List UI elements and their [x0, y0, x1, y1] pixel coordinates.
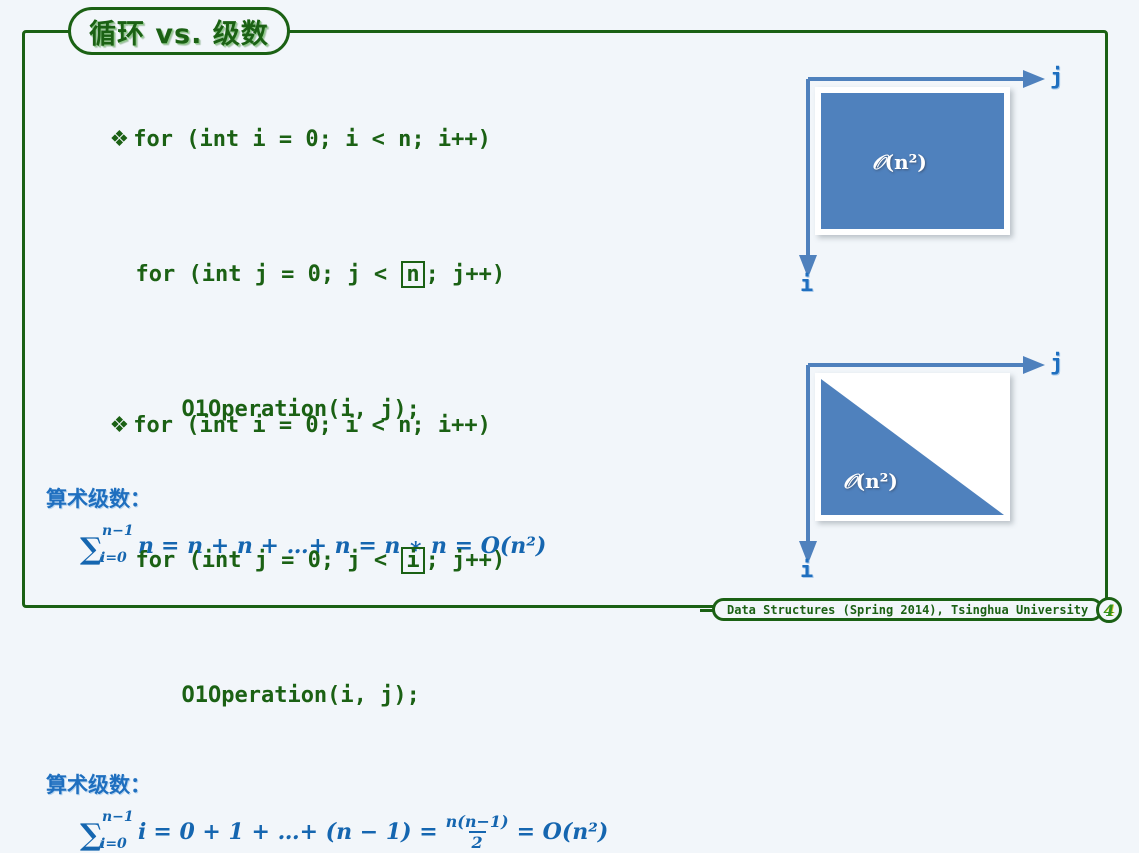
code-text: for (int j = 0; j <	[135, 262, 401, 287]
footer-pill: Data Structures (Spring 2014), Tsinghua …	[712, 598, 1104, 621]
code-line: for (int j = 0; j < n; j++)	[56, 207, 546, 342]
sum-body: i	[138, 819, 147, 845]
footer-text: Data Structures (Spring 2014), Tsinghua …	[727, 602, 1089, 617]
boxed-variable-n: n	[401, 261, 425, 288]
boxed-variable-i: i	[401, 547, 425, 574]
complexity-triangle-shape	[815, 373, 1010, 521]
j-axis-arrowhead	[1023, 356, 1045, 374]
page-number: 4	[1103, 600, 1115, 620]
summation-symbol: ∑ n−1 i=0	[80, 809, 136, 853]
fraction-denominator: 2	[468, 831, 486, 852]
fraction: n(n−1) 2	[443, 812, 512, 852]
code-text: ; j++)	[425, 262, 506, 287]
complexity-argument: (n²)	[855, 469, 898, 493]
code-line: ❖ for (int i = 0; i < n; i++)	[30, 358, 608, 493]
formula-expansion-tail: = O(n²)	[516, 819, 609, 845]
triangle-complexity-label: 𝒪(n²)	[843, 469, 898, 493]
code-line: for (int j = 0; j < i; j++)	[56, 493, 608, 628]
slide: 循环 vs. 级数 ❖ for (int i = 0; i < n; i++) f…	[0, 0, 1139, 853]
code-text: O1Operation(i, j);	[181, 683, 420, 708]
diagram-square: 𝒪(n²) j i	[795, 60, 1075, 310]
code-text: for (int j = 0; j <	[135, 548, 401, 573]
axis-label-i: i	[800, 272, 814, 297]
formula-expansion-head: = 0 + 1 + …+ (n − 1) =	[153, 819, 438, 845]
axis-label-i: i	[800, 558, 814, 583]
complexity-symbol: 𝒪	[843, 469, 856, 493]
diagram-triangle: 𝒪(n²) j i	[795, 346, 1075, 596]
code-text: for (int i = 0; i < n; i++)	[133, 127, 491, 152]
code-line: O1Operation(i, j);	[102, 628, 608, 763]
sum-lower-limit: i=0	[100, 836, 127, 852]
page-title: 循环 vs. 级数	[89, 18, 269, 50]
series-label: 算术级数：	[46, 773, 151, 797]
fraction-numerator: n(n−1)	[445, 812, 509, 831]
triangle-fill	[821, 379, 1004, 515]
complexity-symbol: 𝒪	[872, 150, 885, 174]
formula-2: ∑ n−1 i=0 i = 0 + 1 + …+ (n − 1) = n(n−1…	[80, 809, 609, 853]
bullet-icon: ❖	[109, 413, 130, 438]
sum-upper-limit: n−1	[102, 809, 134, 825]
square-complexity-label: 𝒪(n²)	[872, 150, 927, 174]
bullet-icon: ❖	[109, 127, 130, 152]
axis-label-j: j	[1050, 351, 1064, 376]
j-axis-arrowhead	[1023, 70, 1045, 88]
axis-label-j: j	[1050, 65, 1064, 90]
slide-title-bubble: 循环 vs. 级数	[68, 7, 290, 55]
code-text: ; j++)	[425, 548, 506, 573]
code-block-2: ❖ for (int i = 0; i < n; i++) for (int j …	[30, 358, 609, 853]
page-number-badge: 4	[1096, 597, 1122, 623]
code-text: for (int i = 0; i < n; i++)	[133, 413, 491, 438]
code-line: ❖ for (int i = 0; i < n; i++)	[30, 72, 546, 207]
complexity-argument: (n²)	[884, 150, 927, 174]
